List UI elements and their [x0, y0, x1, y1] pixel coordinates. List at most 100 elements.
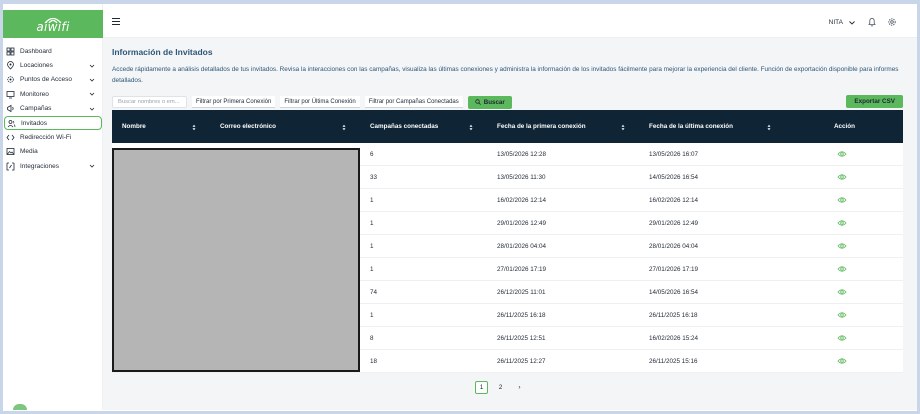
view-eye-icon[interactable]	[837, 311, 847, 319]
campaigns-cell: 18	[370, 358, 378, 365]
campaigns-cell: 1	[370, 312, 374, 319]
first-connection-cell: 26/11/2025 16:18	[497, 312, 546, 319]
first-connection-cell: 26/11/2025 12:51	[497, 335, 546, 342]
column-header-1[interactable]: Correo electrónico	[220, 123, 276, 130]
chevron-down-icon	[89, 78, 95, 82]
campaigns-cell: 1	[370, 220, 374, 227]
column-header-3[interactable]: Fecha de la primera conexión	[497, 123, 586, 130]
sidebar-item-puntos-de-acceso[interactable]: Puntos de Acceso	[3, 73, 103, 87]
sidebar-item-redirecci-n-wi-fi[interactable]: Redirección Wi-Fi	[3, 130, 103, 144]
chevron-down-icon	[89, 107, 95, 111]
view-eye-icon[interactable]	[837, 219, 847, 227]
search-button[interactable]: Buscar	[467, 95, 512, 109]
sidebar-item-locaciones[interactable]: Locaciones	[3, 58, 103, 72]
users-icon	[7, 119, 16, 128]
view-eye-icon[interactable]	[837, 173, 847, 181]
sidebar-item-dashboard[interactable]: Dashboard	[3, 44, 103, 58]
first-connection-cell: 27/01/2026 17:19	[497, 266, 547, 273]
dashboard-icon	[6, 47, 15, 56]
column-header-0[interactable]: Nombre	[122, 123, 146, 130]
menu-toggle-icon[interactable]	[112, 18, 120, 25]
sidebar: aiwifi Dashboard Locaciones Puntos de Acce…	[3, 4, 103, 410]
view-eye-icon[interactable]	[837, 288, 847, 296]
first-connection-cell: 29/01/2026 12:49	[497, 220, 547, 227]
campaigns-cell: 1	[370, 243, 374, 250]
last-connection-cell: 26/11/2025 15:16	[649, 358, 698, 365]
chevron-down-icon	[849, 20, 855, 25]
topbar: NITA	[103, 4, 917, 38]
view-eye-icon[interactable]	[837, 334, 847, 342]
first-connection-cell: 26/12/2025 11:01	[497, 289, 546, 296]
last-connection-cell: 28/01/2026 04:04	[649, 243, 699, 250]
last-connection-cell: 16/02/2026 15:24	[649, 335, 699, 342]
export-csv-button[interactable]: Exportar CSV	[846, 95, 903, 108]
campaigns-filter[interactable]: Filtrar por Campañas Conectadas	[364, 96, 463, 108]
sort-icon[interactable]	[342, 124, 346, 131]
sidebar-item-monitoreo[interactable]: Monitoreo	[3, 87, 103, 101]
chevron-down-icon	[89, 64, 95, 68]
first-connection-cell: 28/01/2026 04:04	[497, 243, 547, 250]
last-connection-cell: 14/05/2026 16:54	[649, 174, 699, 181]
sidebar-item-integraciones[interactable]: Integraciones	[3, 159, 103, 173]
sidebar-item-invitados[interactable]: Invitados	[4, 115, 102, 131]
pagination: ‹12›	[475, 381, 526, 394]
search-input[interactable]: Buscar nombres o em...	[112, 96, 187, 108]
view-eye-icon[interactable]	[837, 150, 847, 158]
search-icon	[475, 99, 481, 105]
sidebar-item-label: Dashboard	[20, 47, 52, 55]
sidebar-item-label: Locaciones	[20, 62, 53, 70]
sidebar-item-label: Campañas	[20, 105, 52, 113]
search-button-label: Buscar	[483, 98, 505, 106]
help-chat-button[interactable]	[13, 404, 27, 410]
last-connection-cell: 26/11/2025 16:18	[649, 312, 698, 319]
last-connection-filter[interactable]: Filtrar por Última Conexión	[280, 96, 360, 108]
bell-icon[interactable]	[867, 17, 877, 27]
sidebar-nav: Dashboard Locaciones Puntos de Acceso Monit…	[3, 44, 103, 174]
view-eye-icon[interactable]	[837, 242, 847, 250]
column-header-2[interactable]: Campañas conectadas	[370, 123, 438, 130]
sort-icon[interactable]	[767, 124, 771, 131]
logo-text: aiwifi	[36, 20, 70, 34]
view-eye-icon[interactable]	[837, 196, 847, 204]
table-header: Nombre Correo electrónico Campañas conecta…	[112, 110, 903, 143]
pagination-page-2[interactable]: 2	[494, 381, 507, 394]
sidebar-item-label: Monitoreo	[20, 90, 49, 98]
campaigns-cell: 1	[370, 266, 374, 273]
monitor-icon	[6, 90, 15, 99]
code-icon	[6, 133, 15, 142]
first-connection-cell: 13/05/2026 11:30	[497, 174, 546, 181]
sort-icon[interactable]	[469, 124, 473, 131]
last-connection-cell: 27/01/2026 17:19	[649, 266, 699, 273]
campaigns-cell: 33	[370, 174, 378, 181]
sort-icon[interactable]	[621, 124, 625, 131]
gear-icon[interactable]	[887, 17, 897, 27]
media-icon	[6, 147, 15, 156]
sidebar-item-label: Media	[20, 148, 38, 156]
view-eye-icon[interactable]	[837, 357, 847, 365]
campaigns-cell: 8	[370, 335, 374, 342]
sidebar-item-campa-as[interactable]: Campañas	[3, 102, 103, 116]
pagination-page-1[interactable]: 1	[475, 381, 488, 394]
sidebar-item-media[interactable]: Media	[3, 145, 103, 159]
column-header-5: Acción	[834, 123, 855, 130]
campaigns-cell: 1	[370, 197, 374, 204]
chevron-down-icon	[89, 93, 95, 96]
last-connection-cell: 13/05/2026 16:07	[649, 151, 699, 158]
sidebar-item-label: Invitados	[21, 119, 48, 127]
brand-logo[interactable]: aiwifi	[3, 10, 103, 38]
first-connection-filter[interactable]: Filtrar por Primera Conexión	[192, 96, 276, 108]
megaphone-icon	[6, 104, 15, 113]
campaigns-cell: 6	[370, 151, 374, 158]
filter-bar: Buscar nombres o em... Filtrar por Prime…	[112, 95, 512, 109]
column-header-4[interactable]: Fecha de la última conexión	[649, 123, 733, 130]
view-eye-icon[interactable]	[837, 265, 847, 273]
first-connection-cell: 26/11/2025 12:27	[497, 358, 546, 365]
sort-icon[interactable]	[192, 124, 196, 131]
first-connection-cell: 16/02/2026 12:14	[497, 197, 547, 204]
sidebar-item-label: Redirección Wi-Fi	[20, 134, 72, 142]
page-title: Información de Invitados	[112, 47, 213, 57]
pagination-next-button[interactable]: ›	[513, 381, 526, 394]
first-connection-cell: 13/05/2026 12:28	[497, 151, 547, 158]
user-name: NITA	[828, 19, 843, 26]
user-menu[interactable]: NITA	[829, 19, 855, 26]
